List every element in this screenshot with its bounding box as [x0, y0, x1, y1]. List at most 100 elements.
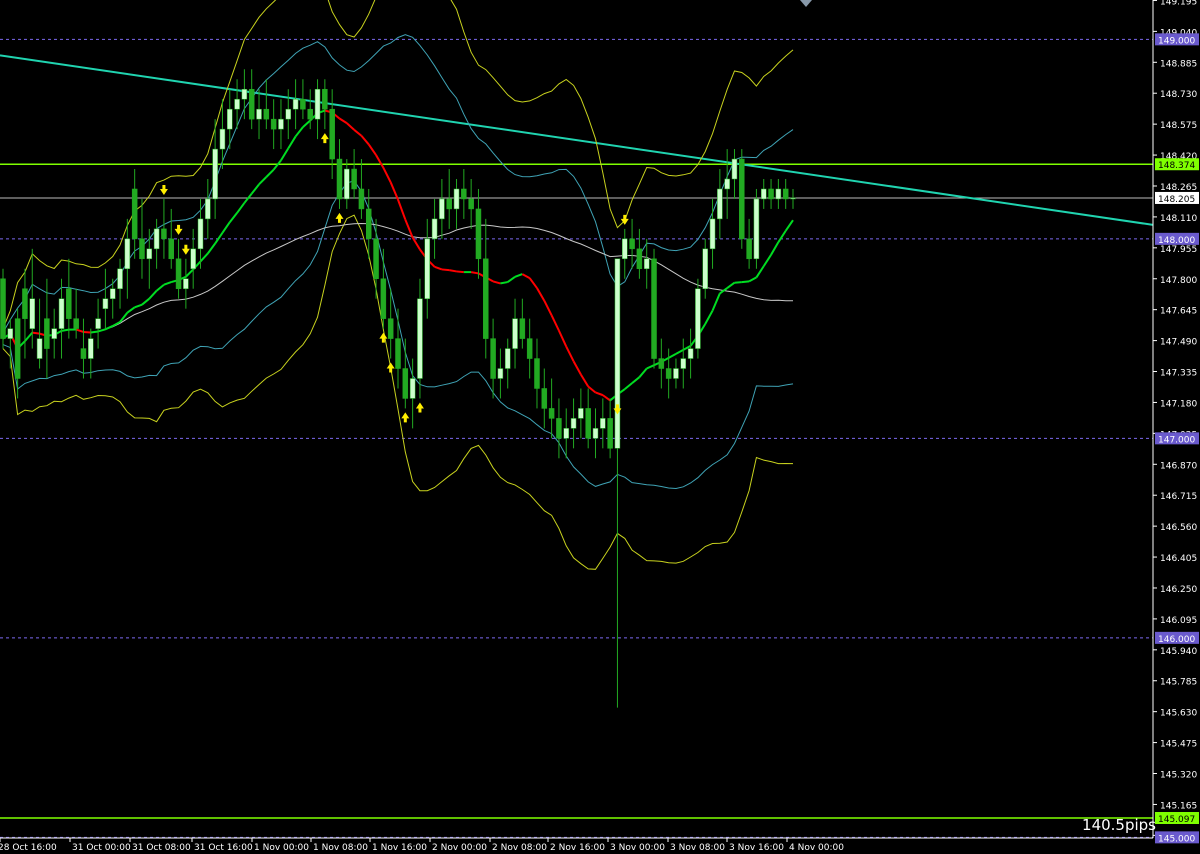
candle-body [592, 428, 599, 439]
candle-body [358, 188, 365, 210]
candle-body [673, 368, 679, 379]
candle-body [131, 188, 138, 240]
candle-body [782, 188, 789, 200]
price-tick-label: 146.405 [1160, 554, 1197, 564]
candle-body [285, 108, 292, 120]
trend-moving-average [441, 268, 450, 272]
candle-body [497, 368, 504, 379]
time-tick-label: 2 Nov 00:00 [432, 843, 487, 853]
candle-body [534, 358, 540, 389]
candle-body [600, 418, 606, 429]
candle-body [351, 168, 357, 190]
price-tick-label: 146.250 [1160, 585, 1197, 595]
candle-body [490, 338, 496, 379]
trend-moving-average [32, 331, 40, 335]
candle-body [790, 197, 796, 200]
candle-body [153, 228, 160, 250]
candle-body [746, 238, 752, 260]
candle-body [563, 428, 569, 439]
candle-body [117, 268, 123, 289]
candle-body [22, 288, 28, 319]
candle-body [36, 338, 43, 359]
candle-body [14, 318, 21, 379]
candle-body [424, 238, 431, 299]
candle-body [51, 328, 57, 339]
candle-body [307, 108, 313, 120]
candle-body [263, 108, 270, 120]
candle-body [380, 278, 387, 319]
price-tick-label: 145.785 [1160, 678, 1197, 688]
price-tick-label: 145.630 [1160, 709, 1197, 719]
candle-body [44, 318, 50, 349]
candle-body [234, 98, 240, 110]
candle-body [322, 88, 328, 110]
candle-body [570, 418, 577, 429]
candle-body [248, 88, 255, 120]
trend-moving-average [456, 270, 464, 274]
price-tick-label: 146.095 [1160, 616, 1197, 626]
candle-body [161, 228, 167, 240]
candle-body [709, 218, 716, 250]
trend-moving-average [83, 330, 91, 334]
candle-body [314, 88, 321, 120]
candle-body [73, 318, 79, 329]
chart-background [0, 0, 1200, 854]
candle-body [409, 378, 416, 399]
trend-moving-average [61, 328, 69, 332]
candle-body [256, 108, 262, 120]
candle-body [578, 408, 584, 419]
price-tick-label: 148.885 [1160, 59, 1197, 69]
candle-body [585, 408, 591, 439]
candle-body [651, 258, 657, 359]
candle-body [212, 148, 218, 200]
price-tick-label: 146.715 [1160, 492, 1197, 502]
candle-body [102, 298, 109, 309]
candle-body [336, 158, 343, 200]
price-tick-label: 147.800 [1160, 276, 1197, 286]
candle-body [0, 278, 6, 339]
candle-body [183, 278, 189, 289]
price-tick-label: 148.110 [1160, 214, 1197, 224]
price-badge-label: 146.000 [1158, 635, 1195, 645]
candle-body [300, 98, 306, 110]
price-badge-label: 148.000 [1158, 236, 1195, 246]
price-tick-label: 149.195 [1160, 0, 1197, 7]
candle-body [146, 248, 153, 260]
candle-body [29, 298, 36, 329]
candle-body [687, 348, 694, 359]
price-tick-label: 148.575 [1160, 121, 1197, 131]
candle-body [373, 238, 379, 280]
candle-body [292, 98, 299, 110]
price-chart[interactable]: 149.195149.040148.885148.730148.575148.4… [0, 0, 1200, 854]
candle-body [526, 338, 533, 359]
price-tick-label: 146.870 [1160, 461, 1197, 471]
candle-body [702, 248, 708, 289]
candle-body [607, 418, 613, 449]
candle-body [629, 238, 635, 250]
candle-body [88, 338, 94, 359]
candle-body [402, 368, 409, 399]
candle-body [643, 258, 650, 270]
candle-body [344, 168, 350, 200]
price-badge-label: 148.374 [1158, 161, 1195, 171]
candle-body [175, 258, 182, 289]
candle-body [724, 178, 730, 190]
candle-body [775, 188, 782, 200]
candle-body [512, 318, 518, 349]
candle-body [556, 418, 562, 439]
candle-body [665, 368, 672, 379]
price-badge-label: 145.000 [1158, 834, 1195, 844]
candle-body [124, 238, 131, 270]
candle-body [431, 218, 438, 240]
candle-body [66, 288, 72, 319]
price-badge-label: 145.097 [1158, 815, 1195, 825]
candle-body [483, 258, 489, 339]
candle-body [461, 188, 467, 200]
trend-moving-average [741, 280, 750, 284]
trend-moving-average [470, 271, 479, 275]
candle-body [504, 348, 511, 369]
time-tick-label: 3 Nov 08:00 [670, 843, 725, 853]
candle-body [439, 198, 445, 220]
candle-body [717, 188, 723, 220]
time-tick-label: 31 Oct 16:00 [194, 843, 253, 853]
